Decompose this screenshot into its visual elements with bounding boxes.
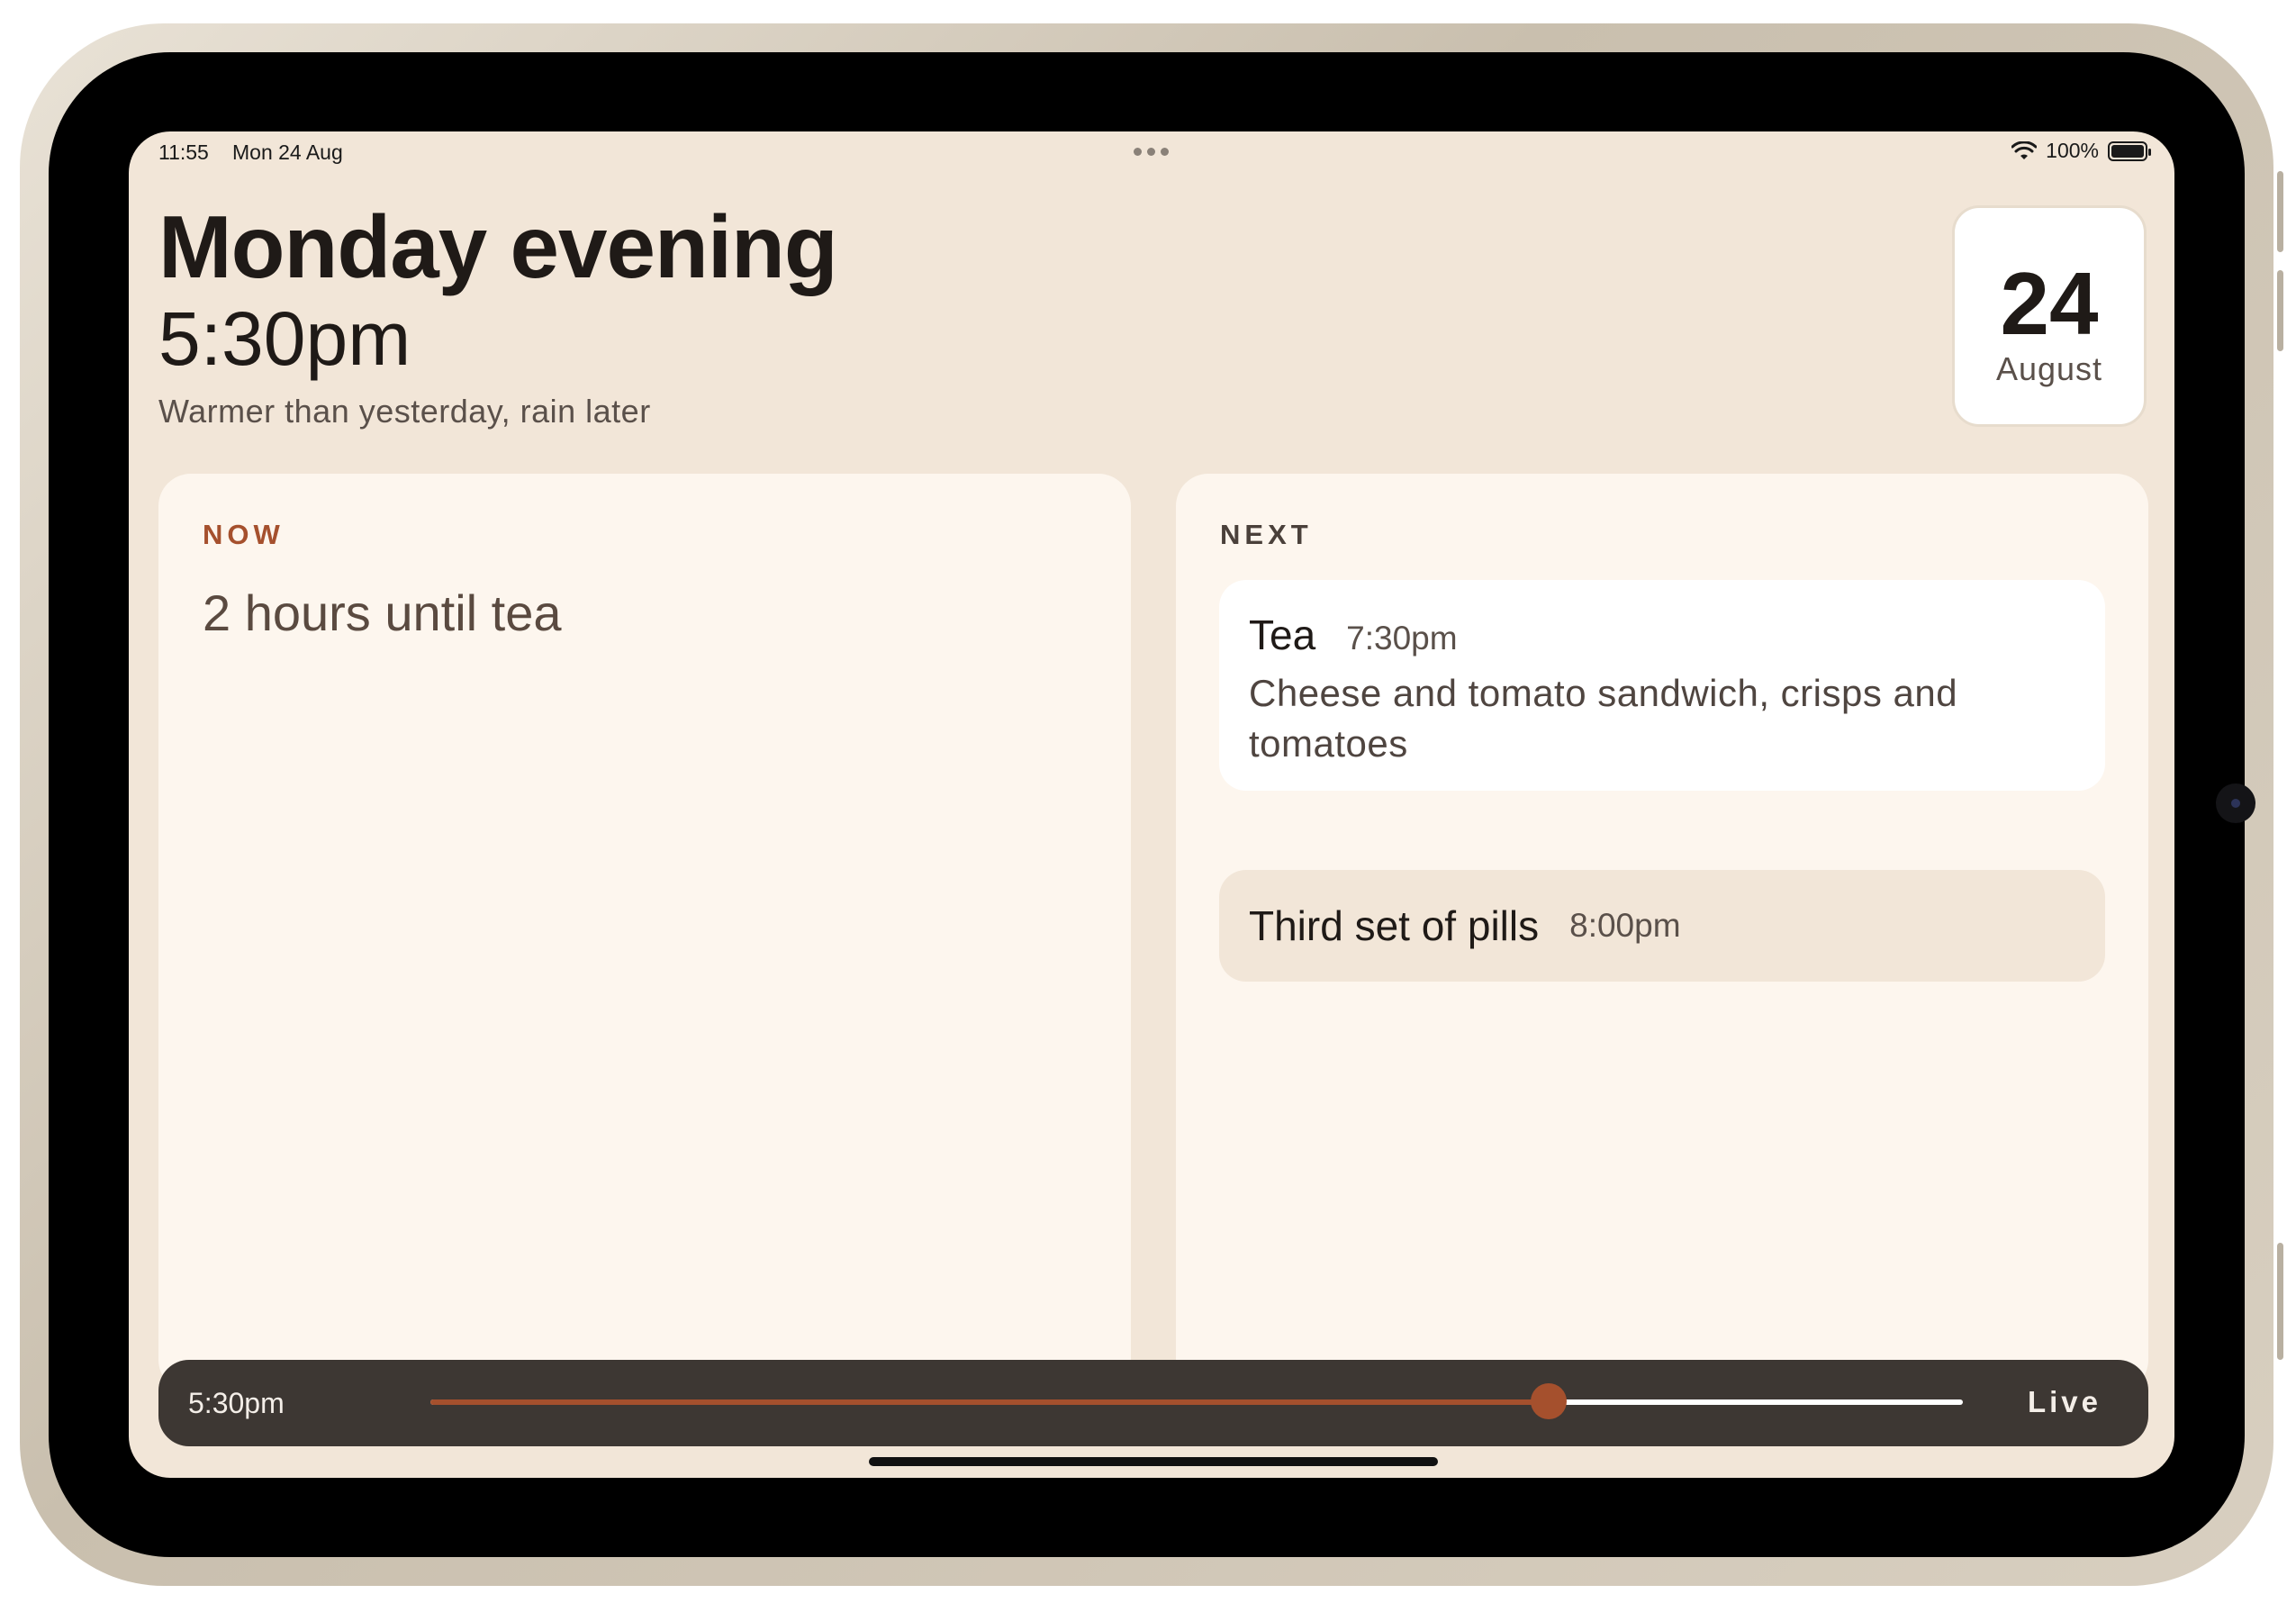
current-time: 5:30pm: [158, 296, 411, 381]
front-camera: [2216, 783, 2255, 823]
timeline-scrubber: 5:30pm Live: [158, 1360, 2148, 1446]
event-card-tea[interactable]: Tea 7:30pm Cheese and tomato sandwich, c…: [1219, 580, 2105, 791]
volume-down-button: [2277, 270, 2283, 351]
event-name: Third set of pills: [1249, 902, 1540, 949]
next-panel: NEXT Tea 7:30pm Cheese and tomato sandwi…: [1176, 474, 2148, 1392]
scrubber-progress: [430, 1399, 1550, 1405]
event-description: Cheese and tomato sandwich, crisps and t…: [1249, 672, 1958, 765]
status-indicators: 100%: [2011, 139, 2151, 163]
date-month: August: [1995, 350, 2103, 387]
battery-icon: [2108, 140, 2151, 161]
status-date: Mon 24 Aug: [232, 140, 343, 164]
scrubber-handle[interactable]: [1531, 1383, 1568, 1419]
weather-summary: Warmer than yesterday, rain later: [158, 393, 651, 430]
now-panel: NOW 2 hours until tea: [158, 474, 1131, 1392]
status-time: 11:55: [158, 140, 209, 164]
screen: 11:55 Mon 24 Aug 100% Monday evening 5:3…: [129, 131, 2174, 1478]
status-bar: 11:55 Mon 24 Aug 100%: [129, 131, 2174, 171]
live-button[interactable]: Live: [2028, 1385, 2102, 1419]
scrubber-time: 5:30pm: [188, 1387, 285, 1419]
event-time: 8:00pm: [1569, 907, 1681, 944]
page-title: Monday evening: [158, 197, 838, 296]
now-text: 2 hours until tea: [203, 584, 562, 641]
date-day: 24: [2000, 254, 2099, 353]
event-card-pills[interactable]: Third set of pills 8:00pm: [1219, 870, 2105, 982]
wifi-icon: [2011, 140, 2038, 159]
battery-percent: 100%: [2046, 139, 2099, 162]
event-name: Tea: [1249, 611, 1316, 658]
event-header: Tea 7:30pm: [1249, 611, 2075, 659]
home-indicator[interactable]: [869, 1457, 1438, 1466]
now-label: NOW: [203, 519, 285, 550]
power-button: [2277, 1243, 2283, 1360]
event-time: 7:30pm: [1346, 620, 1458, 657]
multitasking-dots-icon[interactable]: [1134, 148, 1169, 156]
date-card: 24 August: [1952, 205, 2147, 427]
next-label: NEXT: [1220, 519, 1313, 550]
volume-up-button: [2277, 171, 2283, 252]
scrubber-track[interactable]: [430, 1383, 1963, 1419]
